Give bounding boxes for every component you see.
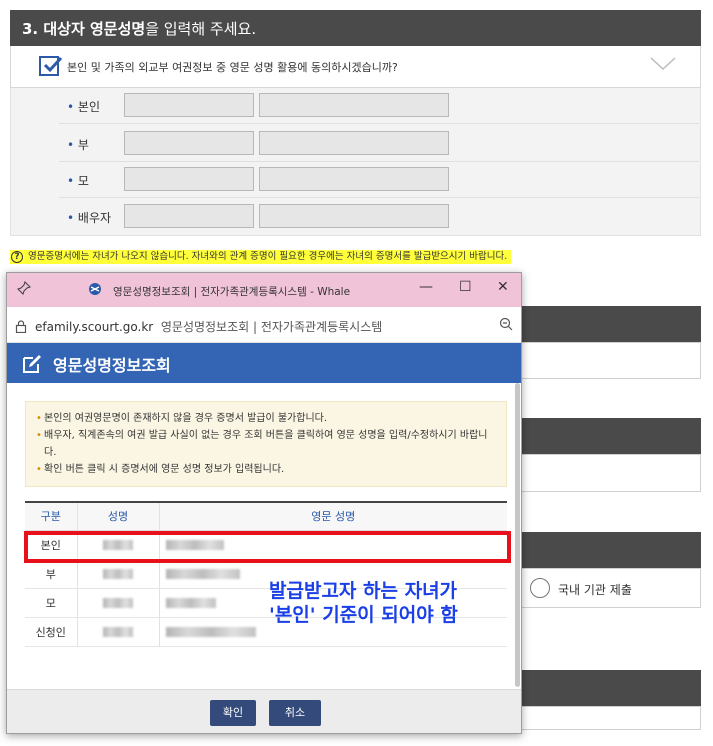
name-cell bbox=[77, 559, 160, 589]
highlight-box bbox=[24, 531, 511, 563]
name-row-spouse: 배우자 bbox=[59, 199, 699, 235]
popup-header-title: 영문성명정보조회 bbox=[53, 356, 171, 375]
table-header-row: 구분 성명 영문 성명 bbox=[25, 501, 507, 531]
annotation-line: 발급받고자 하는 자녀가 bbox=[269, 580, 458, 602]
section-header-bar bbox=[522, 306, 701, 342]
window-titlebar[interactable]: 영문성명정보조회 | 전자가족관계등록시스템 - Whale — ☐ ✕ bbox=[7, 273, 521, 307]
zoom-icon[interactable] bbox=[499, 316, 513, 335]
scrollbar[interactable] bbox=[515, 383, 520, 687]
name-row-father: 부 bbox=[59, 126, 699, 162]
section-header-bar bbox=[522, 670, 701, 706]
row-label: 모 bbox=[67, 172, 89, 189]
notice-banner: ? 영문증명서에는 자녀가 나오지 않습니다. 자녀와의 관계 증명이 필요한 … bbox=[10, 250, 512, 264]
section-title-bold: 3. 대상자 영문성명 bbox=[22, 20, 146, 38]
consent-row[interactable]: 본인 및 가족의 외교부 여권정보 중 영문 성명 활용에 동의하시겠습니까? bbox=[10, 46, 701, 88]
relation-cell: 신청인 bbox=[25, 617, 78, 647]
section-body bbox=[522, 706, 701, 730]
radio-label: 국내 기관 제출 bbox=[558, 583, 632, 597]
column-header: 성명 bbox=[77, 501, 160, 531]
annotation-text: 발급받고자 하는 자녀가 '본인' 기준이 되어야 함 bbox=[269, 579, 458, 627]
name-row-mother: 모 bbox=[59, 162, 699, 198]
section-title-rest: 을 입력해 주세요. bbox=[145, 20, 257, 38]
given-name-field[interactable] bbox=[259, 93, 449, 117]
address-bar[interactable]: efamily.scourt.go.kr 영문성명정보조회 | 전자가족관계등록… bbox=[7, 307, 521, 343]
column-header: 구분 bbox=[25, 501, 78, 531]
section-body bbox=[522, 342, 701, 379]
chevron-down-icon[interactable] bbox=[650, 56, 676, 72]
close-icon[interactable]: ✕ bbox=[497, 279, 509, 295]
section-body bbox=[522, 454, 701, 492]
lock-icon bbox=[15, 318, 27, 337]
pin-icon[interactable] bbox=[16, 280, 32, 299]
name-cell bbox=[77, 588, 160, 618]
info-item: 본인의 여권영문명이 존재하지 않을 경우 증명서 발급이 불가합니다. bbox=[36, 410, 496, 427]
consent-checkbox[interactable] bbox=[39, 56, 63, 76]
given-name-field[interactable] bbox=[259, 131, 449, 155]
popup-header: 영문성명정보조회 bbox=[7, 343, 521, 383]
surname-field[interactable] bbox=[124, 131, 254, 155]
court-logo-icon bbox=[87, 281, 103, 301]
question-icon: ? bbox=[11, 251, 23, 263]
surname-field[interactable] bbox=[124, 204, 254, 228]
given-name-field[interactable] bbox=[259, 204, 449, 228]
confirm-button[interactable]: 확인 bbox=[210, 700, 256, 726]
section-header-bar bbox=[522, 418, 701, 454]
check-icon bbox=[43, 56, 63, 73]
section-header-bar bbox=[522, 532, 701, 568]
popup-footer: 확인 취소 bbox=[7, 689, 521, 733]
radio-button[interactable] bbox=[530, 578, 550, 598]
minimize-icon[interactable]: — bbox=[419, 279, 433, 295]
row-label: 배우자 bbox=[67, 209, 111, 226]
row-label: 본인 bbox=[67, 98, 100, 115]
cancel-button[interactable]: 취소 bbox=[269, 700, 321, 726]
name-input-box: 본인 부 모 배우자 bbox=[10, 88, 701, 236]
relation-cell: 모 bbox=[25, 588, 78, 618]
info-item: 배우자, 직계존속의 여권 발급 사실이 없는 경우 조회 버튼을 클릭하여 영… bbox=[36, 427, 496, 461]
consent-text: 본인 및 가족의 외교부 여권정보 중 영문 성명 활용에 동의하시겠습니까? bbox=[67, 61, 398, 74]
notice-text: 영문증명서에는 자녀가 나오지 않습니다. 자녀와의 관계 증명이 필요한 경우… bbox=[28, 251, 508, 262]
given-name-field[interactable] bbox=[259, 167, 449, 191]
url-text: efamily.scourt.go.kr 영문성명정보조회 | 전자가족관계등록… bbox=[35, 318, 382, 335]
page: 3. 대상자 영문성명을 입력해 주세요. 본인 및 가족의 외교부 여권정보 … bbox=[0, 0, 713, 746]
section-header: 3. 대상자 영문성명을 입력해 주세요. bbox=[10, 10, 701, 46]
surname-field[interactable] bbox=[124, 167, 254, 191]
name-cell bbox=[77, 617, 160, 647]
column-header: 영문 성명 bbox=[159, 501, 507, 531]
window-title: 영문성명정보조회 | 전자가족관계등록시스템 - Whale bbox=[113, 286, 351, 298]
url-domain: efamily.scourt.go.kr bbox=[35, 320, 154, 334]
relation-cell: 부 bbox=[25, 559, 78, 589]
info-item: 확인 버튼 클릭 시 증명서에 영문 성명 정보가 입력됩니다. bbox=[36, 461, 496, 478]
surname-field[interactable] bbox=[124, 93, 254, 117]
edit-icon bbox=[21, 353, 43, 379]
url-page-title: 영문성명정보조회 | 전자가족관계등록시스템 bbox=[160, 320, 383, 334]
maximize-icon[interactable]: ☐ bbox=[459, 279, 472, 295]
popup-window: 영문성명정보조회 | 전자가족관계등록시스템 - Whale — ☐ ✕ efa… bbox=[6, 272, 522, 734]
name-row-self: 본인 bbox=[59, 88, 699, 124]
annotation-line: '본인' 기준이 되어야 함 bbox=[269, 604, 458, 626]
info-box: 본인의 여권영문명이 존재하지 않을 경우 증명서 발급이 불가합니다. 배우자… bbox=[25, 401, 507, 487]
row-label: 부 bbox=[67, 136, 89, 153]
